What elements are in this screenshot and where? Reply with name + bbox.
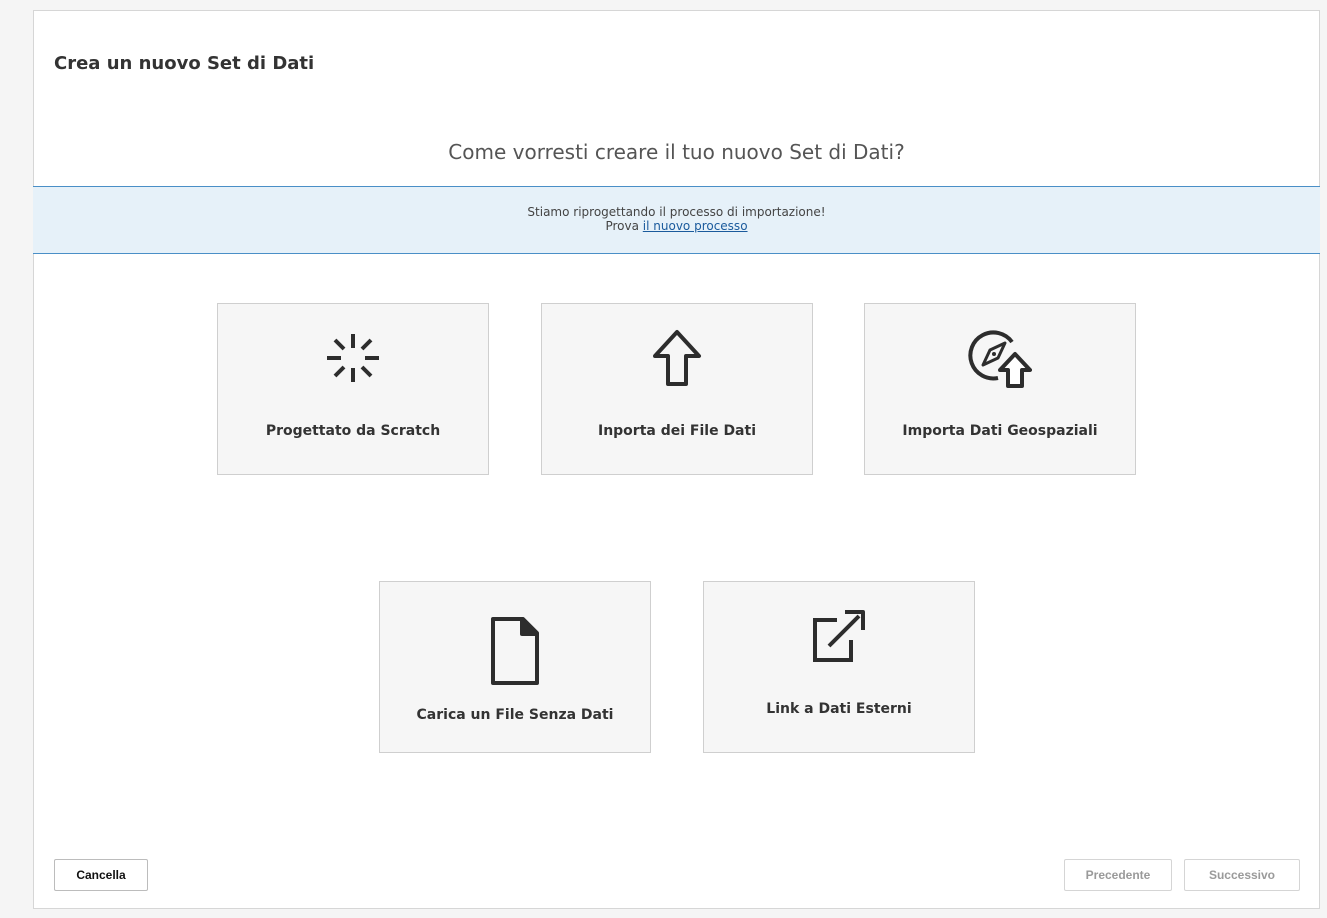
option-from-scratch[interactable]: Progettato da Scratch <box>217 303 489 475</box>
option-label: Inporta dei File Dati <box>597 423 756 439</box>
option-label: Progettato da Scratch <box>265 423 441 439</box>
next-button[interactable]: Successivo <box>1184 859 1300 891</box>
create-dataset-dialog: Crea un nuovo Set di Dati Come vorresti … <box>33 10 1320 909</box>
notice-link-line: Prova il nuovo processo <box>33 219 1320 233</box>
notice-text: Stiamo riprogettando il processo di impo… <box>527 205 826 219</box>
previous-button[interactable]: Precedente <box>1064 859 1172 891</box>
cancel-button[interactable]: Cancella <box>54 859 148 891</box>
spinner-burst-icon <box>218 330 488 386</box>
new-process-link[interactable]: il nuovo processo <box>643 219 748 233</box>
redesign-notice: Stiamo riprogettando il processo di impo… <box>33 186 1320 254</box>
upload-arrow-icon <box>542 330 812 386</box>
dialog-title: Crea un nuovo Set di Dati <box>54 53 315 74</box>
dialog-question: Come vorresti creare il tuo nuovo Set di… <box>448 140 905 164</box>
option-upload-no-data[interactable]: Carica un File Senza Dati <box>379 581 651 753</box>
option-label: Carica un File Senza Dati <box>416 707 614 723</box>
compass-upload-icon <box>865 330 1135 388</box>
option-import-geospatial[interactable]: Importa Dati Geospaziali <box>864 303 1136 475</box>
option-import-file[interactable]: Inporta dei File Dati <box>541 303 813 475</box>
option-label: Link a Dati Esterni <box>766 701 912 717</box>
external-link-icon <box>704 608 974 664</box>
blank-file-icon <box>380 614 650 688</box>
option-label: Importa Dati Geospaziali <box>902 423 1098 439</box>
option-link-external[interactable]: Link a Dati Esterni <box>703 581 975 753</box>
notice-prefix: Prova <box>605 219 643 233</box>
